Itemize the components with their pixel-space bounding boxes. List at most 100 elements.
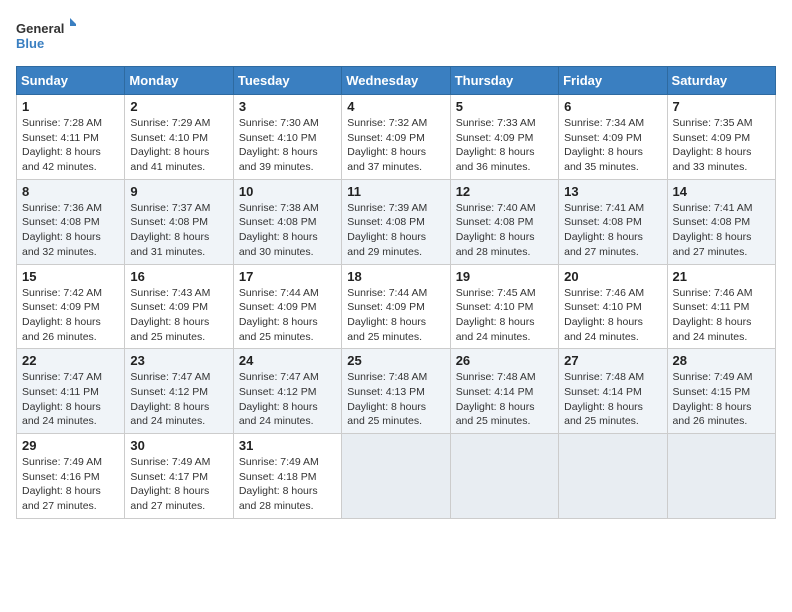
calendar-cell: 1 Sunrise: 7:28 AMSunset: 4:11 PMDaylight… — [17, 95, 125, 180]
day-number: 6 — [564, 99, 661, 114]
day-number: 26 — [456, 353, 553, 368]
day-info: Sunrise: 7:40 AMSunset: 4:08 PMDaylight:… — [456, 201, 553, 260]
calendar-cell: 11Sunrise: 7:39 AMSunset: 4:08 PMDayligh… — [342, 179, 450, 264]
calendar-cell: 29 Sunrise: 7:49 AMSunset: 4:16 PMDayligh… — [17, 434, 125, 519]
calendar-cell — [667, 434, 775, 519]
weekday-header: Wednesday — [342, 67, 450, 95]
day-number: 5 — [456, 99, 553, 114]
calendar-cell: 5 Sunrise: 7:33 AMSunset: 4:09 PMDaylight… — [450, 95, 558, 180]
calendar-cell: 25 Sunrise: 7:48 AMSunset: 4:13 PMDayligh… — [342, 349, 450, 434]
calendar-cell: 8 Sunrise: 7:36 AMSunset: 4:08 PMDaylight… — [17, 179, 125, 264]
calendar-week-row: 22 Sunrise: 7:47 AMSunset: 4:11 PMDayligh… — [17, 349, 776, 434]
day-info: Sunrise: 7:33 AMSunset: 4:09 PMDaylight:… — [456, 116, 553, 175]
calendar-cell: 7 Sunrise: 7:35 AMSunset: 4:09 PMDaylight… — [667, 95, 775, 180]
day-number: 10 — [239, 184, 336, 199]
svg-text:General: General — [16, 21, 64, 36]
day-info: Sunrise: 7:49 AMSunset: 4:18 PMDaylight:… — [239, 455, 336, 514]
calendar-cell: 9 Sunrise: 7:37 AMSunset: 4:08 PMDaylight… — [125, 179, 233, 264]
day-number: 9 — [130, 184, 227, 199]
calendar-cell: 2 Sunrise: 7:29 AMSunset: 4:10 PMDaylight… — [125, 95, 233, 180]
calendar-cell: 28 Sunrise: 7:49 AMSunset: 4:15 PMDayligh… — [667, 349, 775, 434]
weekday-header: Monday — [125, 67, 233, 95]
logo-svg: General Blue — [16, 16, 76, 56]
day-number: 16 — [130, 269, 227, 284]
day-number: 3 — [239, 99, 336, 114]
calendar-cell: 23 Sunrise: 7:47 AMSunset: 4:12 PMDayligh… — [125, 349, 233, 434]
day-number: 23 — [130, 353, 227, 368]
weekday-header: Tuesday — [233, 67, 341, 95]
weekday-header: Saturday — [667, 67, 775, 95]
day-info: Sunrise: 7:47 AMSunset: 4:11 PMDaylight:… — [22, 370, 119, 429]
day-number: 25 — [347, 353, 444, 368]
day-info: Sunrise: 7:29 AMSunset: 4:10 PMDaylight:… — [130, 116, 227, 175]
day-number: 18 — [347, 269, 444, 284]
day-info: Sunrise: 7:47 AMSunset: 4:12 PMDaylight:… — [130, 370, 227, 429]
day-number: 15 — [22, 269, 119, 284]
day-info: Sunrise: 7:42 AMSunset: 4:09 PMDaylight:… — [22, 286, 119, 345]
calendar-cell — [559, 434, 667, 519]
calendar-cell: 27 Sunrise: 7:48 AMSunset: 4:14 PMDayligh… — [559, 349, 667, 434]
logo: General Blue — [16, 16, 76, 56]
calendar-cell: 22 Sunrise: 7:47 AMSunset: 4:11 PMDayligh… — [17, 349, 125, 434]
calendar-cell: 15 Sunrise: 7:42 AMSunset: 4:09 PMDayligh… — [17, 264, 125, 349]
day-number: 20 — [564, 269, 661, 284]
day-number: 27 — [564, 353, 661, 368]
day-info: Sunrise: 7:48 AMSunset: 4:14 PMDaylight:… — [564, 370, 661, 429]
calendar-body: 1 Sunrise: 7:28 AMSunset: 4:11 PMDaylight… — [17, 95, 776, 519]
day-number: 31 — [239, 438, 336, 453]
day-info: Sunrise: 7:49 AMSunset: 4:15 PMDaylight:… — [673, 370, 770, 429]
calendar-week-row: 1 Sunrise: 7:28 AMSunset: 4:11 PMDaylight… — [17, 95, 776, 180]
calendar-cell — [450, 434, 558, 519]
day-info: Sunrise: 7:45 AMSunset: 4:10 PMDaylight:… — [456, 286, 553, 345]
day-info: Sunrise: 7:48 AMSunset: 4:14 PMDaylight:… — [456, 370, 553, 429]
day-number: 30 — [130, 438, 227, 453]
calendar-cell: 17Sunrise: 7:44 AMSunset: 4:09 PMDayligh… — [233, 264, 341, 349]
page-header: General Blue — [16, 16, 776, 56]
weekday-header: Friday — [559, 67, 667, 95]
calendar-week-row: 29 Sunrise: 7:49 AMSunset: 4:16 PMDayligh… — [17, 434, 776, 519]
day-info: Sunrise: 7:37 AMSunset: 4:08 PMDaylight:… — [130, 201, 227, 260]
day-number: 7 — [673, 99, 770, 114]
day-number: 21 — [673, 269, 770, 284]
calendar-cell: 12 Sunrise: 7:40 AMSunset: 4:08 PMDayligh… — [450, 179, 558, 264]
calendar-cell: 24Sunrise: 7:47 AMSunset: 4:12 PMDayligh… — [233, 349, 341, 434]
day-number: 13 — [564, 184, 661, 199]
day-info: Sunrise: 7:48 AMSunset: 4:13 PMDaylight:… — [347, 370, 444, 429]
day-info: Sunrise: 7:38 AMSunset: 4:08 PMDaylight:… — [239, 201, 336, 260]
day-number: 19 — [456, 269, 553, 284]
calendar-cell: 26 Sunrise: 7:48 AMSunset: 4:14 PMDayligh… — [450, 349, 558, 434]
day-info: Sunrise: 7:34 AMSunset: 4:09 PMDaylight:… — [564, 116, 661, 175]
calendar-cell: 13 Sunrise: 7:41 AMSunset: 4:08 PMDayligh… — [559, 179, 667, 264]
calendar-cell: 30Sunrise: 7:49 AMSunset: 4:17 PMDayligh… — [125, 434, 233, 519]
day-number: 29 — [22, 438, 119, 453]
day-number: 1 — [22, 99, 119, 114]
day-number: 14 — [673, 184, 770, 199]
day-number: 8 — [22, 184, 119, 199]
calendar-cell: 16Sunrise: 7:43 AMSunset: 4:09 PMDayligh… — [125, 264, 233, 349]
day-number: 12 — [456, 184, 553, 199]
calendar-cell — [342, 434, 450, 519]
calendar-table: SundayMondayTuesdayWednesdayThursdayFrid… — [16, 66, 776, 519]
day-info: Sunrise: 7:39 AMSunset: 4:08 PMDaylight:… — [347, 201, 444, 260]
svg-text:Blue: Blue — [16, 36, 44, 51]
day-info: Sunrise: 7:28 AMSunset: 4:11 PMDaylight:… — [22, 116, 119, 175]
day-info: Sunrise: 7:49 AMSunset: 4:16 PMDaylight:… — [22, 455, 119, 514]
day-number: 2 — [130, 99, 227, 114]
day-info: Sunrise: 7:41 AMSunset: 4:08 PMDaylight:… — [564, 201, 661, 260]
day-info: Sunrise: 7:44 AMSunset: 4:09 PMDaylight:… — [239, 286, 336, 345]
calendar-cell: 20 Sunrise: 7:46 AMSunset: 4:10 PMDayligh… — [559, 264, 667, 349]
calendar-cell: 31 Sunrise: 7:49 AMSunset: 4:18 PMDayligh… — [233, 434, 341, 519]
calendar-week-row: 15 Sunrise: 7:42 AMSunset: 4:09 PMDayligh… — [17, 264, 776, 349]
day-info: Sunrise: 7:35 AMSunset: 4:09 PMDaylight:… — [673, 116, 770, 175]
day-info: Sunrise: 7:32 AMSunset: 4:09 PMDaylight:… — [347, 116, 444, 175]
day-number: 28 — [673, 353, 770, 368]
calendar-cell: 14 Sunrise: 7:41 AMSunset: 4:08 PMDayligh… — [667, 179, 775, 264]
day-info: Sunrise: 7:44 AMSunset: 4:09 PMDaylight:… — [347, 286, 444, 345]
day-info: Sunrise: 7:41 AMSunset: 4:08 PMDaylight:… — [673, 201, 770, 260]
weekday-header: Thursday — [450, 67, 558, 95]
day-number: 22 — [22, 353, 119, 368]
day-info: Sunrise: 7:36 AMSunset: 4:08 PMDaylight:… — [22, 201, 119, 260]
day-info: Sunrise: 7:46 AMSunset: 4:10 PMDaylight:… — [564, 286, 661, 345]
day-info: Sunrise: 7:47 AMSunset: 4:12 PMDaylight:… — [239, 370, 336, 429]
calendar-cell: 19 Sunrise: 7:45 AMSunset: 4:10 PMDayligh… — [450, 264, 558, 349]
